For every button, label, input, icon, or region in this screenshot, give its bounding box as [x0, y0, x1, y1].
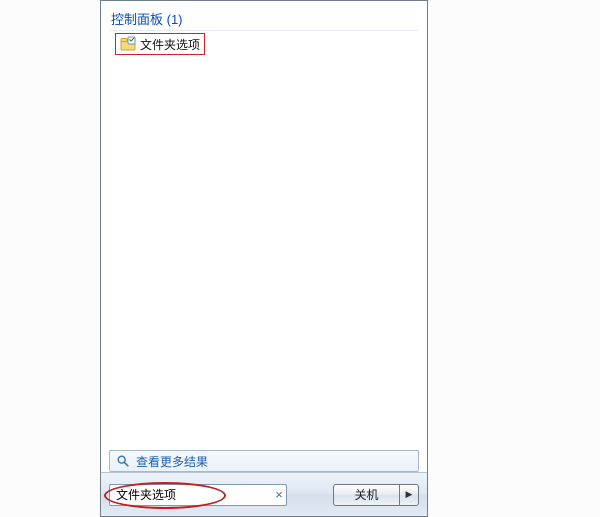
search-input[interactable] [116, 488, 271, 502]
search-results-area: 控制面板 (1) 文件夹选项 [101, 1, 427, 446]
start-menu-search-window: 控制面板 (1) 文件夹选项 查看更多结果 × [100, 0, 428, 517]
search-icon [116, 454, 130, 468]
see-more-results-label: 查看更多结果 [136, 453, 208, 470]
shutdown-options-arrow[interactable]: ▶ [399, 484, 419, 506]
shutdown-button-group: 关机 ▶ [333, 484, 419, 506]
see-more-results[interactable]: 查看更多结果 [109, 450, 419, 472]
search-box[interactable]: × [109, 484, 287, 506]
result-item-label: 文件夹选项 [140, 36, 200, 53]
footer-bar: × 关机 ▶ [101, 472, 427, 516]
category-header-control-panel: 控制面板 (1) [109, 7, 419, 31]
clear-search-icon[interactable]: × [271, 487, 287, 503]
shutdown-button[interactable]: 关机 [333, 484, 399, 506]
folder-options-icon [120, 36, 136, 52]
result-item-folder-options[interactable]: 文件夹选项 [115, 33, 205, 55]
